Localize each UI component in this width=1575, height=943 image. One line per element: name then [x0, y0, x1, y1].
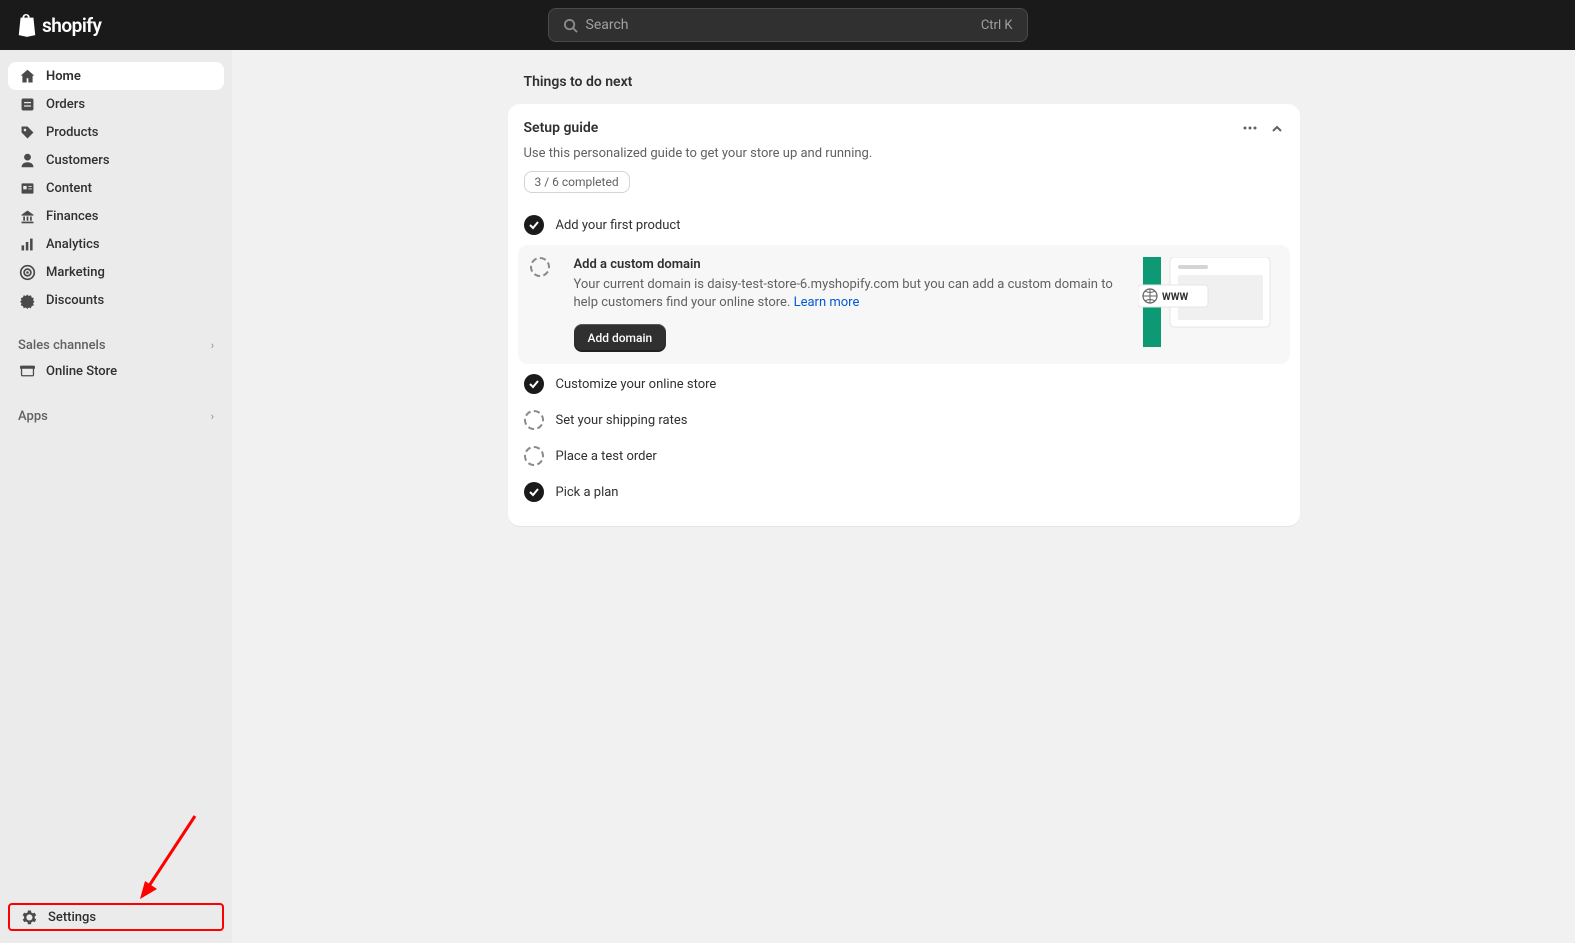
nav-label: Online Store	[46, 364, 117, 379]
sidebar-item-content[interactable]: Content	[8, 174, 224, 202]
main-content: Things to do next Setup guide Use this p…	[232, 50, 1575, 943]
products-icon	[18, 123, 36, 141]
logo-text: shopify	[42, 14, 101, 37]
sidebar-item-finances[interactable]: Finances	[8, 202, 224, 230]
card-title: Setup guide	[524, 120, 599, 136]
checkmark-icon	[524, 374, 544, 394]
topbar: shopify Search Ctrl K	[0, 0, 1575, 50]
svg-text:WWW: WWW	[1162, 292, 1189, 303]
annotation-arrow	[135, 811, 205, 901]
nav-label: Settings	[48, 910, 96, 925]
task-pick-plan[interactable]: Pick a plan	[524, 474, 1284, 510]
more-icon[interactable]	[1242, 120, 1258, 140]
sidebar-item-products[interactable]: Products	[8, 118, 224, 146]
nav-label: Analytics	[46, 237, 100, 252]
task-label: Add your first product	[556, 218, 681, 233]
task-test-order[interactable]: Place a test order	[524, 438, 1284, 474]
section-label: Apps	[18, 409, 48, 424]
sidebar-item-orders[interactable]: Orders	[8, 90, 224, 118]
learn-more-link[interactable]: Learn more	[794, 295, 860, 310]
domain-illustration: WWW	[1138, 257, 1278, 347]
nav-label: Content	[46, 181, 92, 196]
nav-label: Products	[46, 125, 98, 140]
nav-label: Discounts	[46, 293, 104, 308]
task-custom-domain: Add a custom domain Your current domain …	[518, 245, 1290, 364]
home-icon	[18, 67, 36, 85]
task-label: Customize your online store	[556, 377, 717, 392]
shopify-bag-icon	[16, 13, 38, 37]
search-icon	[563, 18, 578, 33]
incomplete-icon	[524, 446, 544, 466]
progress-badge: 3 / 6 completed	[524, 171, 630, 193]
sidebar-item-settings[interactable]: Settings	[8, 903, 224, 931]
task-description: Your current domain is daisy-test-store-…	[574, 276, 1122, 312]
setup-guide-card: Setup guide Use this personalized guide …	[508, 104, 1300, 526]
task-shipping[interactable]: Set your shipping rates	[524, 402, 1284, 438]
page-title: Things to do next	[508, 74, 1300, 90]
search-placeholder: Search	[586, 17, 981, 33]
sidebar-item-marketing[interactable]: Marketing	[8, 258, 224, 286]
task-label: Place a test order	[556, 449, 657, 464]
checkmark-icon	[524, 215, 544, 235]
task-title: Add a custom domain	[574, 257, 1122, 272]
search-shortcut: Ctrl K	[981, 18, 1013, 33]
task-label: Pick a plan	[556, 485, 619, 500]
task-add-product[interactable]: Add your first product	[524, 207, 1284, 243]
sidebar-item-discounts[interactable]: Discounts	[8, 286, 224, 314]
nav-label: Home	[46, 69, 81, 84]
sidebar-section-apps[interactable]: Apps ›	[8, 401, 224, 428]
incomplete-icon	[524, 410, 544, 430]
marketing-icon	[18, 263, 36, 281]
task-customize[interactable]: Customize your online store	[524, 366, 1284, 402]
add-domain-button[interactable]: Add domain	[574, 324, 667, 352]
analytics-icon	[18, 235, 36, 253]
search-input[interactable]: Search Ctrl K	[548, 8, 1028, 42]
incomplete-icon[interactable]	[530, 257, 550, 277]
nav-label: Orders	[46, 97, 85, 112]
discounts-icon	[18, 291, 36, 309]
sidebar: Home Orders Products Customers Content F…	[0, 50, 232, 943]
sidebar-item-analytics[interactable]: Analytics	[8, 230, 224, 258]
sidebar-section-sales-channels[interactable]: Sales channels ›	[8, 330, 224, 357]
content-icon	[18, 179, 36, 197]
sidebar-item-customers[interactable]: Customers	[8, 146, 224, 174]
orders-icon	[18, 95, 36, 113]
chevron-right-icon: ›	[211, 410, 214, 423]
finances-icon	[18, 207, 36, 225]
nav-label: Finances	[46, 209, 98, 224]
section-label: Sales channels	[18, 338, 106, 353]
nav-label: Marketing	[46, 265, 105, 280]
card-subtitle: Use this personalized guide to get your …	[524, 146, 1284, 161]
checkmark-icon	[524, 482, 544, 502]
online-store-icon	[18, 362, 36, 380]
task-label: Set your shipping rates	[556, 413, 688, 428]
gear-icon	[20, 908, 38, 926]
sidebar-item-home[interactable]: Home	[8, 62, 224, 90]
logo[interactable]: shopify	[16, 13, 101, 37]
chevron-right-icon: ›	[211, 339, 214, 352]
customers-icon	[18, 151, 36, 169]
chevron-up-icon[interactable]	[1270, 121, 1284, 140]
nav-label: Customers	[46, 153, 110, 168]
sidebar-item-online-store[interactable]: Online Store	[8, 357, 224, 385]
